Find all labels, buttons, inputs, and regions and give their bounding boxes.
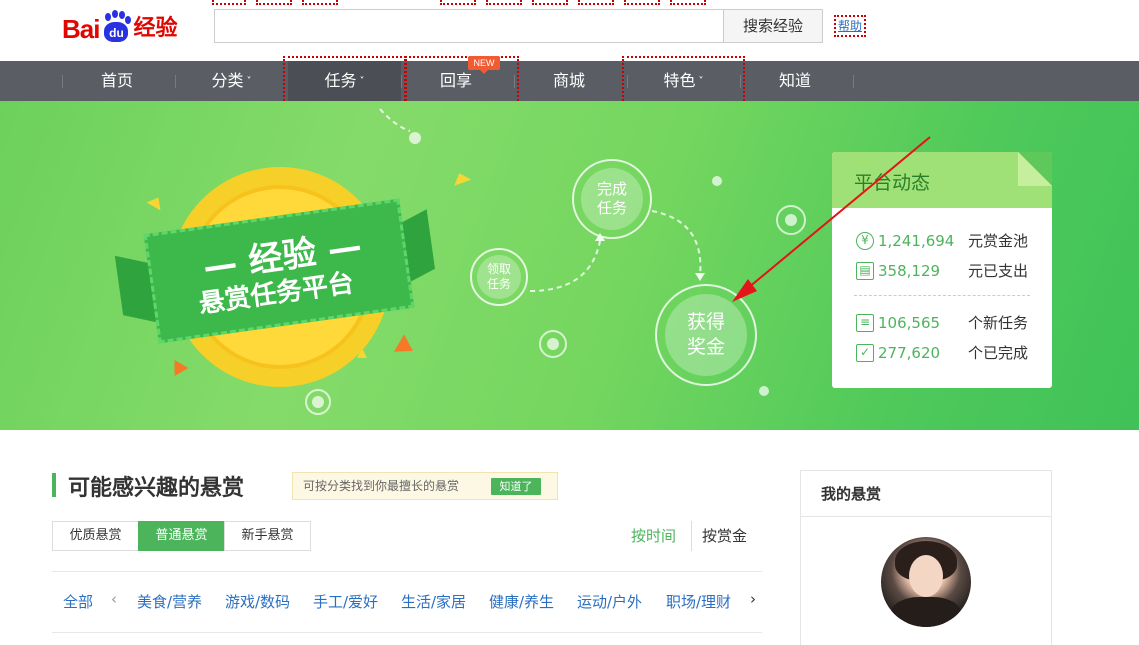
wallet-icon: ▤ (856, 262, 874, 280)
baidu-paw-icon: du (100, 10, 132, 42)
step-get-reward: 获得 奖金 (655, 284, 757, 386)
highlight-box (486, 0, 522, 5)
logo-du-text: du (104, 22, 129, 42)
highlight-box (624, 0, 660, 5)
stat-row: ✓ 277,620 个已完成 (856, 342, 1036, 364)
category-item[interactable]: 生活/家居 (401, 591, 466, 612)
logo-bai-text: Bai (62, 14, 100, 44)
avatar[interactable] (881, 537, 971, 627)
main-nav: 首页 分类 ˅ 任务 ˅ 回享 商城 特色 ˅ 知道 (0, 61, 1139, 101)
category-item[interactable]: 职场/理财 (666, 591, 731, 612)
help-link[interactable]: 帮助 (834, 15, 867, 37)
highlight-box (405, 56, 519, 104)
category-item[interactable]: 美食/营养 (137, 591, 202, 612)
highlight-box (622, 56, 745, 104)
category-item[interactable]: 游戏/数码 (225, 591, 290, 612)
chevron-right-icon[interactable]: › (750, 590, 756, 608)
my-reward-title: 我的悬赏 (801, 471, 1051, 517)
sort-by-reward[interactable]: 按赏金 (702, 525, 747, 546)
stat-row: ¥ 1,241,694 元赏金池 (856, 230, 1036, 252)
search-input[interactable] (214, 9, 724, 43)
search-button[interactable]: 搜索经验 (723, 9, 823, 43)
stat-row: ≡ 106,565 个新任务 (856, 312, 1036, 334)
tab-quality[interactable]: 优质悬赏 (52, 521, 139, 551)
platform-stats-card: 平台动态 ¥ 1,241,694 元赏金池 ▤ 358,129 元已支出 ≡ 1… (832, 152, 1052, 388)
got-it-button[interactable]: 知道了 (491, 478, 541, 495)
baidu-jingyan-logo[interactable]: Bai du 经验 (62, 8, 177, 42)
nav-item-zhidao[interactable]: 知道 (740, 61, 853, 101)
stat-row: ▤ 358,129 元已支出 (856, 260, 1036, 282)
step-receive-task: 领取 任务 (470, 248, 528, 306)
header: Bai du 经验 搜索经验 帮助 (0, 0, 1139, 60)
highlight-box (670, 0, 706, 5)
list-icon: ≡ (856, 314, 874, 332)
highlight-box (283, 56, 406, 104)
step-complete-task: 完成 任务 (572, 159, 652, 239)
category-item[interactable]: 运动/户外 (577, 591, 642, 612)
highlight-box (256, 0, 292, 5)
chevron-left-icon[interactable]: ‹ (111, 590, 117, 608)
highlight-box (532, 0, 568, 5)
sort-by-time[interactable]: 按时间 (631, 525, 676, 546)
tip-box: 可按分类找到你最擅长的悬赏 知道了 (292, 472, 558, 500)
tab-newbie[interactable]: 新手悬赏 (224, 521, 311, 551)
category-item[interactable]: 健康/养生 (489, 591, 554, 612)
highlight-box (440, 0, 476, 5)
category-item[interactable]: 手工/爱好 (313, 591, 378, 612)
my-reward-panel: 我的悬赏 (800, 470, 1052, 645)
highlight-box (302, 0, 338, 5)
yen-icon: ¥ (856, 232, 874, 250)
highlight-box (212, 0, 246, 5)
highlight-box (578, 0, 614, 5)
tab-normal[interactable]: 普通悬赏 (138, 521, 225, 551)
section-title: 可能感兴趣的悬赏 (68, 476, 245, 501)
category-all[interactable]: 全部 (63, 591, 93, 612)
nav-item-home[interactable]: 首页 (62, 61, 175, 101)
new-badge: NEW (468, 56, 500, 74)
nav-item-mall[interactable]: 商城 (514, 61, 627, 101)
nav-item-category[interactable]: 分类 ˅ (175, 61, 288, 101)
chevron-down-icon: ˅ (246, 76, 252, 87)
reward-tabs: 优质悬赏 普通悬赏 新手悬赏 (52, 521, 311, 551)
check-icon: ✓ (856, 344, 874, 362)
logo-jingyan-text: 经验 (133, 16, 178, 41)
